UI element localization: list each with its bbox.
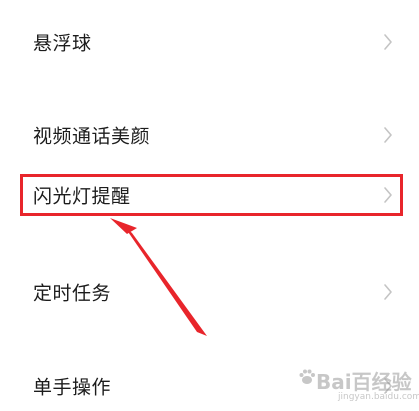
settings-item-floating-ball[interactable]: 悬浮球 [0,19,419,65]
settings-item-label: 视频通话美颜 [33,125,151,148]
chevron-right-icon [384,187,392,203]
settings-list: 悬浮球 视频通话美颜 闪光灯提醒 定时任务 单手操作 [0,0,419,411]
settings-item-flash-notification[interactable]: 闪光灯提醒 [0,172,419,218]
settings-item-label: 定时任务 [33,282,112,305]
settings-item-one-handed-mode[interactable]: 单手操作 [0,363,419,409]
chevron-right-icon [384,378,392,394]
settings-item-video-call-beauty[interactable]: 视频通话美颜 [0,112,419,158]
settings-item-label: 悬浮球 [33,32,92,55]
chevron-right-icon [384,127,392,143]
settings-item-scheduled-tasks[interactable]: 定时任务 [0,269,419,315]
chevron-right-icon [384,34,392,50]
settings-item-label: 单手操作 [33,376,112,399]
chevron-right-icon [384,284,392,300]
settings-item-label: 闪光灯提醒 [33,185,131,208]
